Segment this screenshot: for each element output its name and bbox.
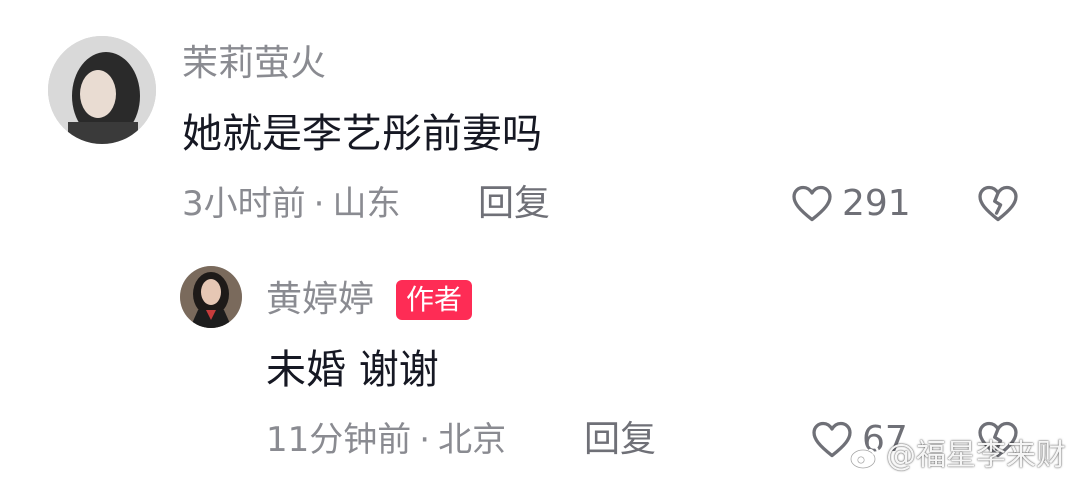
dislike-button[interactable] <box>976 182 1020 226</box>
comment-username[interactable]: 茉莉萤火 <box>182 44 326 84</box>
heart-outline-icon <box>790 182 834 226</box>
comment-text: 她就是李艺彤前妻吗 <box>182 111 542 157</box>
meta-separator: · <box>313 184 325 224</box>
avatar-image <box>180 266 242 328</box>
comment-location: 北京 <box>438 420 507 460</box>
comment-meta: 11分钟前 · 北京 <box>266 420 506 460</box>
reply-button[interactable]: 回复 <box>584 420 656 460</box>
watermark: @福星李来财 <box>848 438 1066 474</box>
avatar-image <box>48 36 156 144</box>
author-badge: 作者 <box>396 280 473 320</box>
comment-location: 山东 <box>332 184 401 224</box>
like-button[interactable]: 291 <box>790 180 911 228</box>
comment-time: 3小时前 <box>182 184 306 224</box>
like-count: 291 <box>842 183 911 224</box>
meta-separator: · <box>419 420 431 460</box>
broken-heart-icon <box>976 182 1020 226</box>
user-avatar[interactable] <box>48 36 156 144</box>
comment-text: 未婚 谢谢 <box>266 347 439 393</box>
reply-button[interactable]: 回复 <box>478 184 550 224</box>
comment-meta: 3小时前 · 山东 <box>182 184 400 224</box>
user-avatar[interactable] <box>180 266 242 328</box>
comment-time: 11分钟前 <box>266 420 412 460</box>
watermark-text: @福星李来财 <box>886 438 1066 473</box>
weibo-logo-icon <box>848 439 882 473</box>
comment-username[interactable]: 黄婷婷 <box>266 280 374 320</box>
